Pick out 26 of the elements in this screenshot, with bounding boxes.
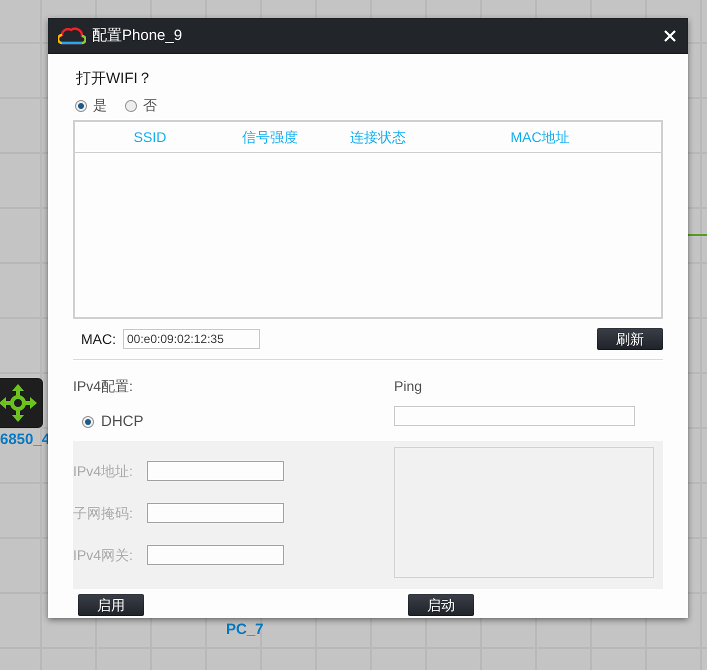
wifi-question: 打开WIFI？ (76, 69, 154, 88)
column-header: SSID (132, 128, 168, 146)
switch-icon[interactable] (0, 378, 43, 428)
radio-option[interactable]: 是 (75, 95, 107, 116)
window-title: 配置Phone_9 (92, 26, 182, 46)
apply-button[interactable]: 启用 (78, 594, 144, 616)
radio-option[interactable]: DHCP (82, 411, 394, 434)
node-label: PC_7 (226, 622, 264, 637)
ping-input[interactable] (394, 406, 635, 426)
mac-field[interactable]: 00:e0:09:02:12:35 (123, 329, 260, 349)
radio-option[interactable]: 否 (125, 95, 157, 116)
node-label: 6850_4 (0, 432, 50, 447)
field-label: 子网掩码: (73, 504, 134, 522)
refresh-button[interactable]: 刷新 (597, 328, 663, 350)
close-button[interactable] (664, 30, 676, 42)
cloud-icon (58, 27, 86, 45)
mac-label: MAC: (81, 330, 116, 348)
field-label: IPv4网关: (73, 546, 134, 564)
column-header: 信号强度 (241, 128, 299, 146)
start-button[interactable]: 启动 (408, 594, 474, 616)
field-label: IPv4地址: (73, 462, 134, 480)
column-header: 连接状态 (349, 128, 407, 146)
section-title: Ping (394, 377, 424, 396)
connection-line (688, 234, 707, 236)
section-title: IPv4配置: (73, 377, 134, 396)
column-header: MAC地址 (509, 128, 571, 146)
